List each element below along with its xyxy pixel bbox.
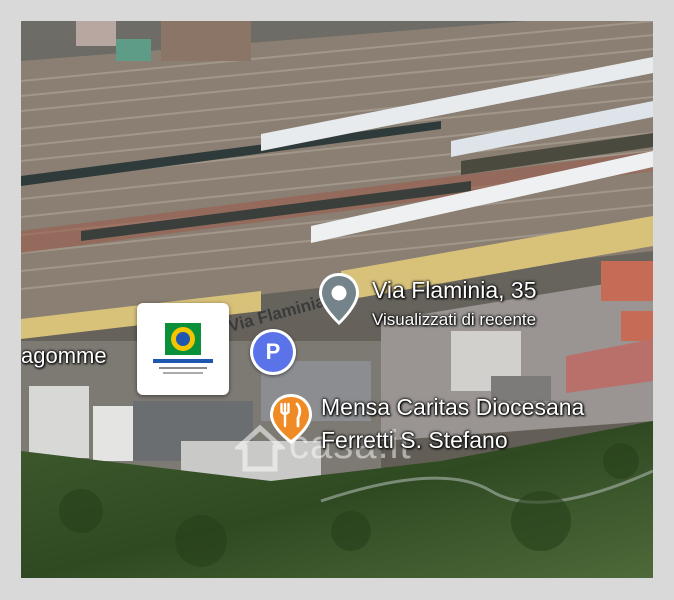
business-logo-icon	[153, 323, 213, 374]
location-pin[interactable]	[317, 271, 361, 327]
location-pin-icon	[319, 273, 359, 325]
restaurant-title-line1[interactable]: Mensa Caritas Diocesana	[321, 394, 584, 421]
fork-knife-icon	[270, 394, 312, 444]
business-logo[interactable]	[137, 303, 229, 395]
map-frame[interactable]: Via Flaminia agomme Via Flaminia, 35 Vis…	[21, 21, 653, 578]
parking-pin[interactable]: P	[250, 329, 296, 375]
partial-place-label: agomme	[21, 343, 107, 368]
parking-icon: P	[253, 332, 293, 372]
restaurant-title-line2[interactable]: Ferretti S. Stefano	[321, 427, 508, 454]
restaurant-pin[interactable]	[267, 392, 315, 446]
location-title[interactable]: Via Flaminia, 35	[372, 277, 537, 304]
location-subtitle: Visualizzati di recente	[372, 310, 537, 329]
